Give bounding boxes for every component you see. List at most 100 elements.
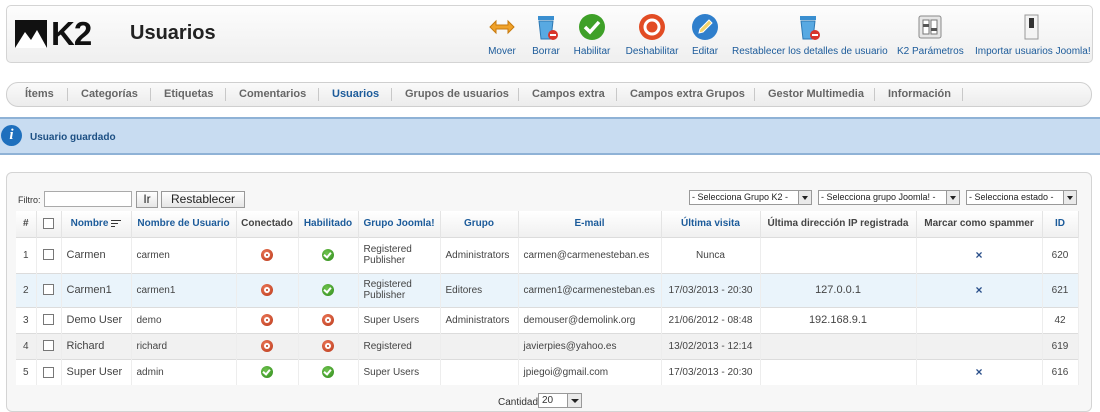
col-last-visit[interactable]: Última visita (661, 211, 761, 237)
chevron-down-icon (567, 394, 581, 407)
table-row: 4 Richard richard Registered javierpies@… (16, 332, 1079, 359)
row-checkbox[interactable] (43, 314, 54, 326)
system-message: i Usuario guardado (0, 117, 1100, 155)
select-all-checkbox[interactable] (43, 218, 54, 230)
col-enabled[interactable]: Habilitado (298, 211, 359, 237)
col-username[interactable]: Nombre de Usuario (131, 211, 237, 237)
move-button[interactable]: Mover (487, 12, 517, 60)
col-mark-spammer: Marcar como spammer (916, 211, 1043, 237)
pagination-label: Cantidad (498, 397, 539, 408)
import-icon (1016, 12, 1046, 42)
tab-users[interactable]: Usuarios (332, 83, 379, 106)
col-number: # (16, 211, 37, 237)
table-row: 2 Carmen1 carmen1 Registered Publisher E… (16, 272, 1079, 307)
logged-in-icon (261, 366, 273, 379)
filter-input[interactable] (44, 191, 132, 207)
chevron-down-icon (1063, 191, 1076, 204)
tab-comments[interactable]: Comentarios (239, 83, 306, 106)
col-name[interactable]: Nombre (61, 211, 132, 237)
k2-logo: K2 (15, 15, 103, 52)
tab-separator (391, 88, 392, 101)
tab-media-manager[interactable]: Gestor Multimedia (768, 83, 864, 106)
col-last-ip: Última dirección IP registrada (760, 211, 917, 237)
user-name-link[interactable]: Carmen1 (61, 272, 132, 307)
trash-reset-icon (793, 12, 823, 42)
mark-spammer-icon[interactable]: × (975, 283, 982, 297)
tab-separator (318, 88, 319, 101)
trash-icon (531, 12, 561, 42)
k2-parameters-button[interactable]: K2 Parámetros (897, 12, 964, 60)
chevron-down-icon (946, 191, 959, 204)
col-joomla-group[interactable]: Grupo Joomla! (358, 211, 441, 237)
row-checkbox[interactable] (43, 284, 54, 296)
mountain-logo-icon (15, 20, 47, 48)
reset-filter-button[interactable]: Restablecer (161, 191, 245, 208)
tab-separator (616, 88, 617, 101)
user-name-link[interactable]: Carmen (61, 236, 132, 273)
logo-text: K2 (51, 15, 92, 52)
users-table: # Nombre Nombre de Usuario Conectado Hab… (16, 211, 1079, 385)
k2-group-select[interactable]: - Selecciona Grupo K2 - (689, 190, 812, 205)
tab-separator (874, 88, 875, 101)
tab-separator (962, 88, 963, 101)
row-checkbox[interactable] (43, 340, 54, 352)
user-name-link[interactable]: Demo User (61, 306, 132, 333)
tab-items[interactable]: Ítems (25, 83, 54, 106)
tab-extra-fields[interactable]: Campos extra (532, 83, 605, 106)
go-button[interactable]: Ir (136, 191, 158, 208)
disable-button[interactable]: Deshabilitar (623, 12, 681, 60)
state-select[interactable]: - Selecciona estado - (966, 190, 1077, 205)
logged-out-icon (261, 249, 273, 261)
logged-out-icon (261, 284, 273, 296)
move-arrows-icon (487, 12, 517, 42)
tab-separator (518, 88, 519, 101)
row-checkbox[interactable] (43, 366, 54, 378)
tab-user-groups[interactable]: Grupos de usuarios (405, 83, 509, 106)
mark-spammer-icon[interactable]: × (975, 365, 982, 379)
row-checkbox[interactable] (43, 249, 54, 261)
tab-categories[interactable]: Categorías (81, 83, 138, 106)
enable-button[interactable]: Habilitar (572, 12, 612, 60)
disabled-icon[interactable] (322, 314, 334, 326)
chevron-down-icon (798, 191, 811, 204)
settings-panel-icon (915, 12, 945, 42)
tab-extra-field-groups[interactable]: Campos extra Grupos (630, 83, 745, 106)
table-header-row: # Nombre Nombre de Usuario Conectado Hab… (16, 211, 1079, 237)
col-logged-in: Conectado (236, 211, 299, 237)
reset-user-details-button[interactable]: Restablecer los detalles de usuario (732, 12, 888, 60)
logged-out-icon (261, 314, 273, 326)
tab-separator (150, 88, 151, 101)
edit-button[interactable]: Editar (690, 12, 720, 60)
disabled-icon[interactable] (322, 340, 334, 352)
import-joomla-users-button[interactable]: Importar usuarios Joomla! (975, 12, 1091, 60)
user-name-link[interactable]: Super User (61, 358, 132, 385)
toolbar: K2 Usuarios Mover Borrar Habilitar Desha… (6, 5, 1093, 63)
table-row: 1 Carmen carmen Registered Publisher Adm… (16, 236, 1079, 273)
message-text: Usuario guardado (30, 132, 116, 143)
stop-circle-icon (637, 12, 667, 42)
joomla-group-select[interactable]: - Selecciona grupo Joomla! - (818, 190, 960, 205)
user-name-link[interactable]: Richard (61, 332, 132, 359)
tab-separator (754, 88, 755, 101)
col-email[interactable]: E-mail (518, 211, 662, 237)
col-select-all (36, 211, 62, 237)
enabled-icon[interactable] (322, 366, 334, 379)
tab-separator (225, 88, 226, 101)
k2-submenu: Ítems Categorías Etiquetas Comentarios U… (6, 82, 1092, 107)
tab-information[interactable]: Información (888, 83, 951, 106)
enabled-icon[interactable] (322, 284, 334, 296)
tab-tags[interactable]: Etiquetas (164, 83, 214, 106)
sort-icon (111, 219, 122, 228)
table-row: 3 Demo User demo Super Users Administrat… (16, 306, 1079, 333)
check-circle-icon (577, 12, 607, 42)
table-row: 5 Super User admin Super Users jpiegoi@g… (16, 358, 1079, 385)
col-id[interactable]: ID (1042, 211, 1079, 237)
tab-separator (67, 88, 68, 101)
mark-spammer-icon[interactable]: × (975, 248, 982, 262)
logged-out-icon (261, 340, 273, 352)
col-group[interactable]: Grupo (440, 211, 519, 237)
filter-label: Filtro: (18, 195, 41, 205)
delete-button[interactable]: Borrar (529, 12, 563, 60)
enabled-icon[interactable] (322, 249, 334, 261)
page-title: Usuarios (130, 22, 216, 44)
